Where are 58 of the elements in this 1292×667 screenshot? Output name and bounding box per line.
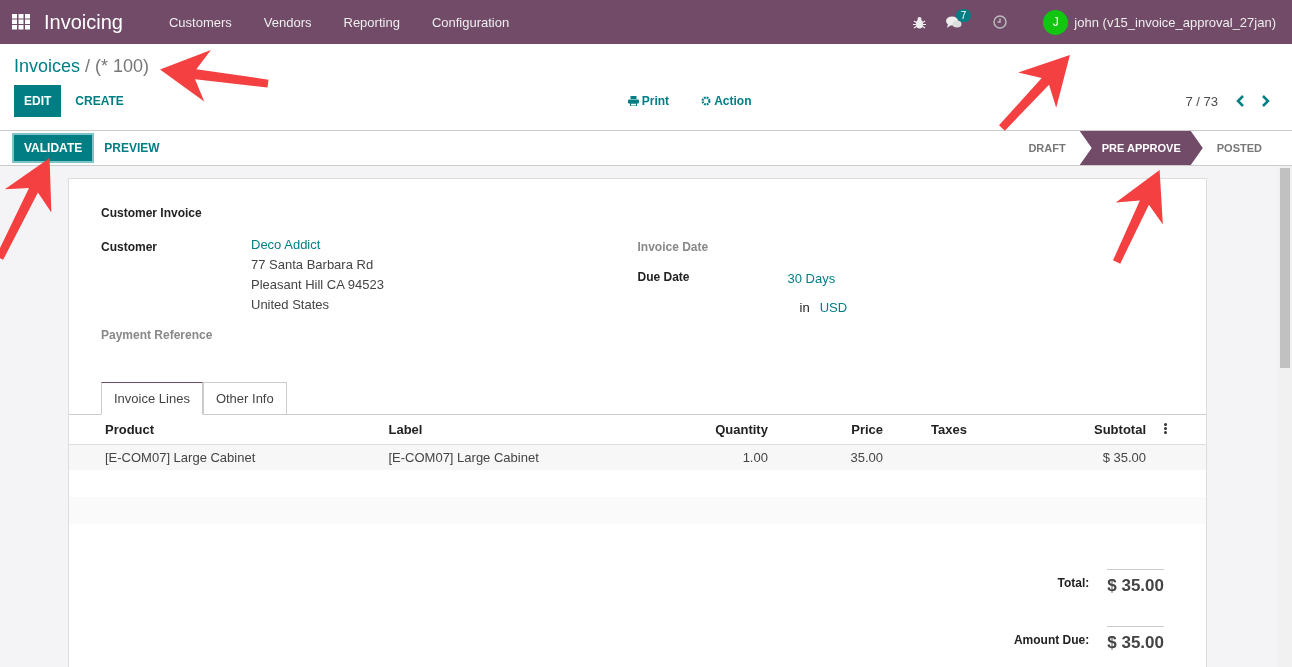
create-button[interactable]: CREATE xyxy=(65,86,134,116)
invoice-type-title: Customer Invoice xyxy=(100,206,203,220)
field-label: Invoice Date xyxy=(637,240,710,254)
apps-menu-icon[interactable] xyxy=(12,14,30,30)
printer-icon xyxy=(627,96,639,106)
bug-icon[interactable] xyxy=(912,15,926,29)
breadcrumb-current: (* 100) xyxy=(95,56,150,77)
table-cell: 1.00 xyxy=(635,444,780,470)
table-cell: [E-COM07] Large Cabinet xyxy=(69,444,353,470)
column-header[interactable]: Taxes xyxy=(895,414,1015,445)
total-amount: $ 35.00 xyxy=(1107,626,1164,653)
app-title: Invoicing xyxy=(44,10,123,34)
currency-value[interactable]: USD xyxy=(819,300,848,315)
column-header[interactable]: Price xyxy=(779,414,896,445)
gear-icon xyxy=(701,96,712,106)
message-count-badge: 7 xyxy=(955,8,972,22)
edit-button[interactable]: EDIT xyxy=(14,85,62,117)
column-header[interactable]: Subtotal xyxy=(1015,414,1158,445)
action-button[interactable]: Action xyxy=(695,93,758,109)
pager-value: 7 / 73 xyxy=(1185,93,1218,109)
preview-button[interactable]: PREVIEW xyxy=(94,133,170,163)
menu-item[interactable]: Customers xyxy=(152,14,248,30)
currency-prefix: in xyxy=(799,300,810,315)
notebook-tab[interactable]: Other Info xyxy=(202,382,287,415)
column-header[interactable]: Product xyxy=(69,414,353,445)
column-header[interactable]: Label xyxy=(352,414,636,445)
more-options-icon[interactable] xyxy=(1164,423,1167,434)
clock-icon[interactable] xyxy=(993,15,1008,29)
table-cell: $ 35.00 xyxy=(1015,444,1158,470)
status-stage[interactable]: POSTED xyxy=(1202,131,1276,165)
breadcrumb-link[interactable]: Invoices xyxy=(14,56,81,77)
notebook-tab[interactable]: Invoice Lines xyxy=(101,382,203,415)
field-label: Due Date xyxy=(637,270,691,286)
menu-item[interactable]: Configuration xyxy=(415,14,526,30)
address-line: Pleasant Hill CA 94523 xyxy=(251,277,385,292)
menu-item[interactable]: Vendors xyxy=(247,14,328,30)
total-label: Amount Due: xyxy=(1013,632,1090,647)
print-button[interactable]: Print xyxy=(621,93,676,109)
field-label: Customer xyxy=(101,240,158,256)
scrollbar[interactable] xyxy=(1278,166,1292,667)
table-cell: [E-COM07] Large Cabinet xyxy=(352,444,636,470)
user-name[interactable]: john (v15_invoice_approval_27jan) xyxy=(1074,14,1276,30)
column-header[interactable]: Quantity xyxy=(635,414,780,445)
address-line: United States xyxy=(251,297,331,312)
menu-item[interactable]: Reporting xyxy=(327,14,416,30)
validate-button[interactable]: VALIDATE xyxy=(12,133,95,163)
total-amount: $ 35.00 xyxy=(1107,569,1164,596)
status-stage[interactable]: DRAFT xyxy=(1014,131,1080,165)
chevron-left-icon[interactable] xyxy=(1236,95,1245,107)
due-date-value[interactable]: 30 Days xyxy=(787,271,1174,286)
total-label: Total: xyxy=(1057,575,1090,590)
customer-link[interactable]: Deco Addict xyxy=(251,237,638,252)
chevron-right-icon[interactable] xyxy=(1261,95,1270,107)
status-stage[interactable]: PRE APPROVE xyxy=(1079,131,1203,165)
address-line: 77 Santa Barbara Rd xyxy=(251,257,375,272)
table-cell: 35.00 xyxy=(779,444,896,470)
breadcrumb-separator: / xyxy=(85,56,91,77)
field-label: Payment Reference xyxy=(101,328,214,342)
